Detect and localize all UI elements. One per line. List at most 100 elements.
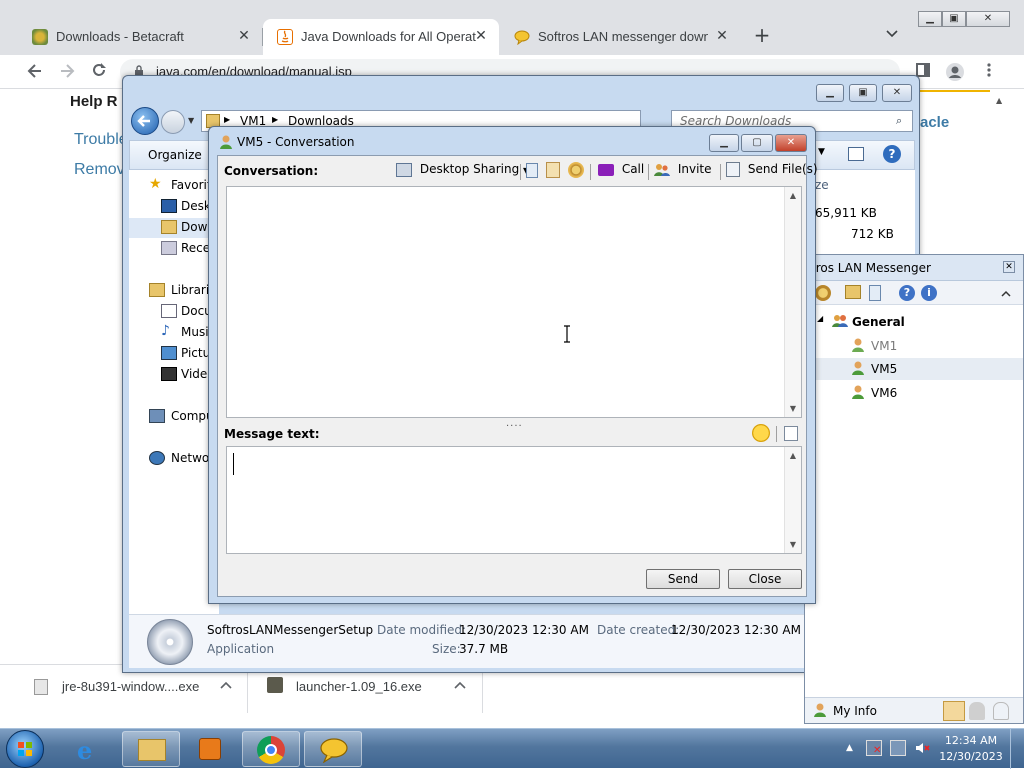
nav-downloads[interactable]: Down <box>129 218 219 238</box>
user-vm5[interactable]: VM5 <box>805 358 1023 380</box>
user-vm1[interactable]: VM1 <box>805 335 1023 357</box>
send-files-button[interactable]: Send File(s) <box>726 162 818 177</box>
message-input[interactable]: ▲ ▼ <box>226 446 802 554</box>
troubleshoot-link[interactable]: Trouble <box>74 131 128 149</box>
scroll-up-icon[interactable]: ▲ <box>785 451 801 460</box>
tab-search-chevron-icon[interactable] <box>886 28 898 41</box>
font-settings-icon[interactable] <box>784 426 798 441</box>
tab-java-downloads[interactable]: Java Downloads for All Operating ✕ <box>263 19 499 55</box>
open-folder-icon[interactable] <box>845 285 861 299</box>
minimize-icon[interactable]: ▁ <box>918 11 942 27</box>
toolbar-separator <box>590 164 591 180</box>
softros-taskbar-icon[interactable] <box>304 731 362 767</box>
splitter-grip[interactable]: .... <box>506 418 523 429</box>
nav-libraries[interactable]: Librarie <box>129 281 219 301</box>
restore-icon[interactable]: ▣ <box>942 11 966 27</box>
status-away-icon[interactable] <box>969 702 985 720</box>
back-button-icon[interactable] <box>131 107 159 135</box>
remove-link[interactable]: Remov <box>74 161 125 179</box>
nav-pictures[interactable]: Pictu <box>129 344 219 364</box>
close-tab-icon[interactable]: ✕ <box>714 27 730 43</box>
chevron-up-icon[interactable] <box>220 677 232 692</box>
system-clock[interactable]: 12:34 AM 12/30/2023 <box>938 733 1004 765</box>
internet-explorer-icon[interactable]: e <box>62 731 120 767</box>
nav-recent[interactable]: Recer <box>129 239 219 259</box>
help-icon[interactable]: ? <box>899 285 915 301</box>
close-icon[interactable]: ✕ <box>1003 261 1015 273</box>
preview-pane-icon[interactable] <box>848 147 864 161</box>
network-status-icon[interactable] <box>890 740 906 756</box>
settings-gear-icon[interactable] <box>815 285 831 301</box>
user-vm6[interactable]: VM6 <box>805 382 1023 404</box>
desktop-sharing-menu[interactable]: Desktop Sharing ▼ <box>396 162 529 177</box>
scroll-up-icon[interactable]: ▲ <box>996 96 1002 105</box>
nav-music[interactable]: ♪ Musi <box>129 323 219 343</box>
show-hidden-icons-icon[interactable]: ▲ <box>846 743 853 753</box>
tab-softros[interactable]: Softros LAN messenger downloa ✕ <box>500 19 740 55</box>
settings-gear-icon[interactable] <box>568 162 584 178</box>
scroll-down-icon[interactable]: ▼ <box>785 404 801 413</box>
chrome-taskbar-icon[interactable] <box>242 731 300 767</box>
minimize-icon[interactable]: ▁ <box>709 134 739 152</box>
nav-desktop[interactable]: Deskt <box>129 197 219 217</box>
emoticon-smiley-icon[interactable] <box>752 424 770 442</box>
view-chevron-icon[interactable]: ▼ <box>818 147 825 157</box>
explorer-taskbar-icon[interactable] <box>122 731 180 767</box>
send-button[interactable]: Send <box>646 569 720 589</box>
minimize-icon[interactable]: ▁ <box>816 84 844 102</box>
close-icon[interactable]: ✕ <box>966 11 1010 27</box>
scroll-up-icon[interactable]: ▲ <box>785 191 801 200</box>
my-info-link[interactable]: My Info <box>833 704 877 718</box>
scroll-down-icon[interactable]: ▼ <box>785 540 801 549</box>
close-icon[interactable]: ✕ <box>775 134 807 152</box>
download-filename: jre-8u391-window....exe <box>62 679 200 694</box>
close-button[interactable]: Close <box>728 569 802 589</box>
menu-kebab-icon[interactable] <box>978 62 1000 82</box>
status-offline-icon[interactable] <box>993 702 1009 720</box>
back-arrow-icon[interactable] <box>24 62 46 82</box>
info-icon[interactable]: i <box>921 285 937 301</box>
nav-computer[interactable]: Compu <box>129 407 219 427</box>
nav-network[interactable]: Networ <box>129 449 219 469</box>
invite-button[interactable]: Invite <box>654 162 712 177</box>
maximize-icon[interactable]: ▢ <box>741 134 773 152</box>
collapse-chevron-icon[interactable] <box>1001 287 1011 301</box>
recent-pages-chevron-icon[interactable]: ▼ <box>188 116 194 125</box>
user-name: VM1 <box>871 339 898 353</box>
search-icon: ⌕ <box>896 114 903 127</box>
call-button[interactable]: Call <box>598 162 644 176</box>
restore-icon[interactable]: ▣ <box>849 84 877 102</box>
close-icon[interactable]: ✕ <box>882 84 912 102</box>
explorer-navigation-pane: ★ Favorit Deskt Down Recer Librarie Docu… <box>129 170 219 614</box>
conversation-history[interactable]: ▲ ▼ <box>226 186 802 418</box>
organize-menu[interactable]: Organize <box>148 148 202 162</box>
status-available-icon[interactable] <box>943 701 965 721</box>
action-center-flag-icon[interactable]: ✕ <box>866 740 882 756</box>
message-scrollbar[interactable]: ▲ ▼ <box>784 447 801 553</box>
history-icon[interactable] <box>526 163 538 178</box>
show-desktop-button[interactable] <box>1010 729 1024 769</box>
new-tab-button[interactable]: + <box>752 25 772 46</box>
user-online-icon <box>851 360 865 376</box>
nav-documents[interactable]: Docu <box>129 302 219 322</box>
close-tab-icon[interactable]: ✕ <box>236 27 252 43</box>
tab-betacraft[interactable]: Downloads - Betacraft ✕ <box>18 19 262 55</box>
forward-arrow-icon[interactable] <box>56 62 78 82</box>
group-general[interactable]: ◢ General <box>805 311 1023 333</box>
start-button-icon[interactable] <box>6 730 44 768</box>
size-column-header[interactable]: ze <box>815 178 829 192</box>
media-player-icon[interactable] <box>182 731 240 767</box>
profile-avatar-icon[interactable] <box>944 62 966 82</box>
conversation-scrollbar[interactable]: ▲ ▼ <box>784 187 801 417</box>
chevron-up-icon[interactable] <box>454 677 466 692</box>
nav-favorites[interactable]: ★ Favorit <box>129 176 219 196</box>
close-tab-icon[interactable]: ✕ <box>473 27 489 43</box>
help-icon[interactable]: ? <box>883 145 901 163</box>
forward-button-icon[interactable] <box>161 110 185 134</box>
reload-icon[interactable] <box>88 62 110 82</box>
history-icon[interactable] <box>869 285 881 301</box>
user-info-icon[interactable] <box>546 162 560 178</box>
nav-videos[interactable]: Videc <box>129 365 219 385</box>
volume-muted-icon[interactable] <box>914 740 930 756</box>
expand-triangle-icon[interactable]: ◢ <box>817 314 823 323</box>
